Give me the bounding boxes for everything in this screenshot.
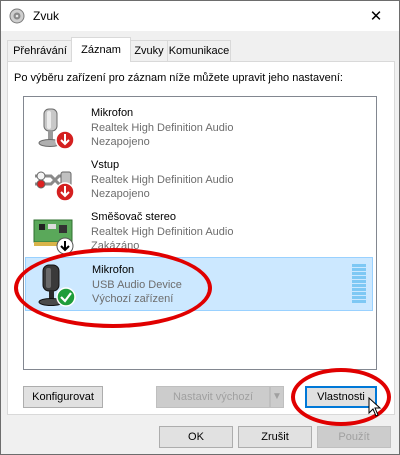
configure-label: Konfigurovat bbox=[32, 391, 94, 403]
instruction-text: Po výběru zařízení pro záznam níže můžet… bbox=[14, 72, 343, 84]
device-name: Směšovač stereo bbox=[91, 211, 176, 223]
list-item-selected[interactable]: Mikrofon USB Audio Device Výchozí zaříze… bbox=[25, 257, 373, 311]
close-button[interactable]: ✕ bbox=[353, 1, 399, 31]
apply-button[interactable]: Použít bbox=[317, 426, 391, 448]
list-item[interactable]: Vstup Realtek High Definition Audio Neza… bbox=[25, 153, 373, 205]
properties-button[interactable]: Vlastnosti bbox=[305, 386, 377, 408]
device-driver: Realtek High Definition Audio bbox=[91, 174, 234, 186]
line-in-cable-icon bbox=[35, 171, 75, 202]
list-item[interactable]: Směšovač stereo Realtek High Definition … bbox=[25, 205, 373, 257]
device-status: Nezapojeno bbox=[91, 188, 150, 200]
window-title: Zvuk bbox=[33, 9, 60, 23]
cancel-button[interactable]: Zrušit bbox=[238, 426, 312, 448]
mouse-cursor-icon bbox=[368, 397, 382, 417]
microphone-icon bbox=[38, 108, 75, 150]
tab-recording[interactable]: Záznam bbox=[71, 37, 131, 62]
device-name: Vstup bbox=[91, 159, 120, 171]
ok-button[interactable]: OK bbox=[159, 426, 233, 448]
device-name: Mikrofon bbox=[92, 264, 135, 276]
ok-label: OK bbox=[188, 431, 204, 443]
chevron-down-icon: ▼ bbox=[272, 391, 282, 402]
level-meter bbox=[352, 264, 366, 304]
disabled-badge bbox=[56, 237, 74, 255]
device-status: Zakázáno bbox=[91, 240, 140, 252]
disconnected-badge bbox=[55, 130, 75, 150]
tab-communications[interactable]: Komunikace bbox=[167, 40, 231, 61]
set-default-label: Nastavit výchozí bbox=[172, 391, 254, 403]
title-bar: Zvuk ✕ bbox=[1, 1, 399, 31]
sound-dialog: Zvuk ✕ Přehrávání Záznam Zvuky Komunikac… bbox=[0, 0, 400, 455]
device-driver: Realtek High Definition Audio bbox=[91, 122, 234, 134]
recording-device-list[interactable]: Mikrofon Realtek High Definition Audio N… bbox=[23, 96, 377, 370]
device-name: Mikrofon bbox=[91, 107, 134, 119]
usb-microphone-icon bbox=[38, 264, 76, 307]
disconnected-badge bbox=[55, 182, 75, 202]
device-driver: USB Audio Device bbox=[92, 279, 182, 291]
device-status: Výchozí zařízení bbox=[92, 293, 174, 305]
configure-button[interactable]: Konfigurovat bbox=[23, 386, 103, 408]
set-default-dropdown[interactable]: ▼ bbox=[270, 386, 284, 408]
list-item[interactable]: Mikrofon Realtek High Definition Audio N… bbox=[25, 101, 373, 153]
tab-playback[interactable]: Přehrávání bbox=[7, 40, 73, 61]
cancel-label: Zrušit bbox=[261, 431, 289, 443]
set-default-button[interactable]: Nastavit výchozí bbox=[156, 386, 270, 408]
tab-sounds[interactable]: Zvuky bbox=[129, 40, 169, 61]
speaker-icon bbox=[9, 8, 25, 24]
sound-card-icon bbox=[33, 219, 74, 255]
apply-label: Použít bbox=[338, 431, 370, 443]
properties-label: Vlastnosti bbox=[317, 391, 365, 403]
device-status: Nezapojeno bbox=[91, 136, 150, 148]
device-driver: Realtek High Definition Audio bbox=[91, 226, 234, 238]
default-device-check-badge bbox=[56, 287, 76, 307]
close-icon: ✕ bbox=[369, 8, 383, 25]
